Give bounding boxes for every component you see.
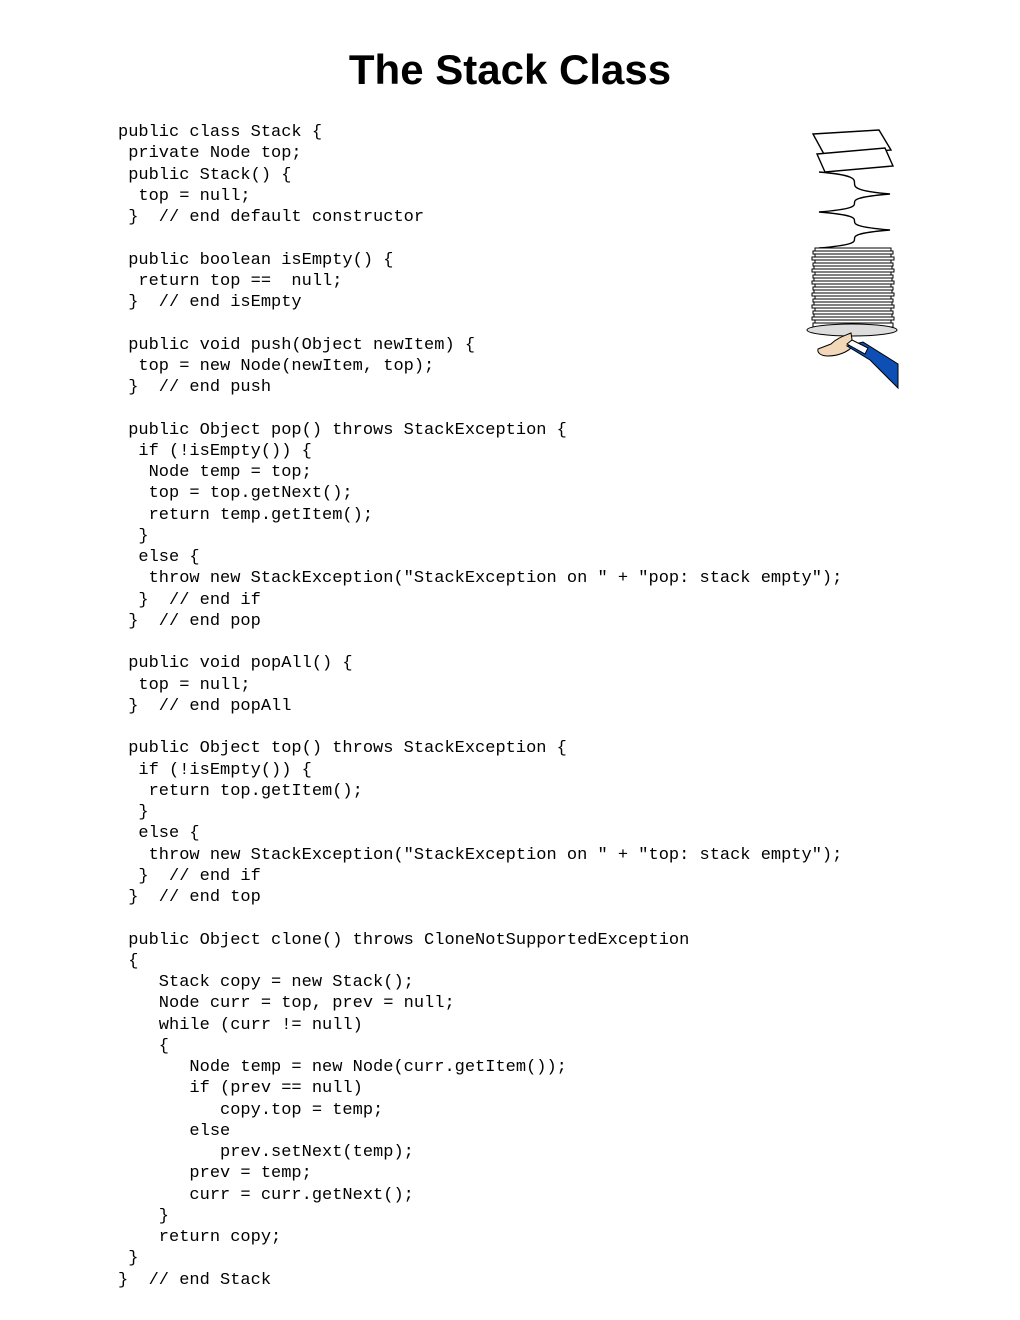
page-title: The Stack Class	[0, 0, 1020, 104]
page-content: public class Stack { private Node top; p…	[0, 122, 1020, 1291]
code-block: public class Stack { private Node top; p…	[118, 122, 960, 1291]
